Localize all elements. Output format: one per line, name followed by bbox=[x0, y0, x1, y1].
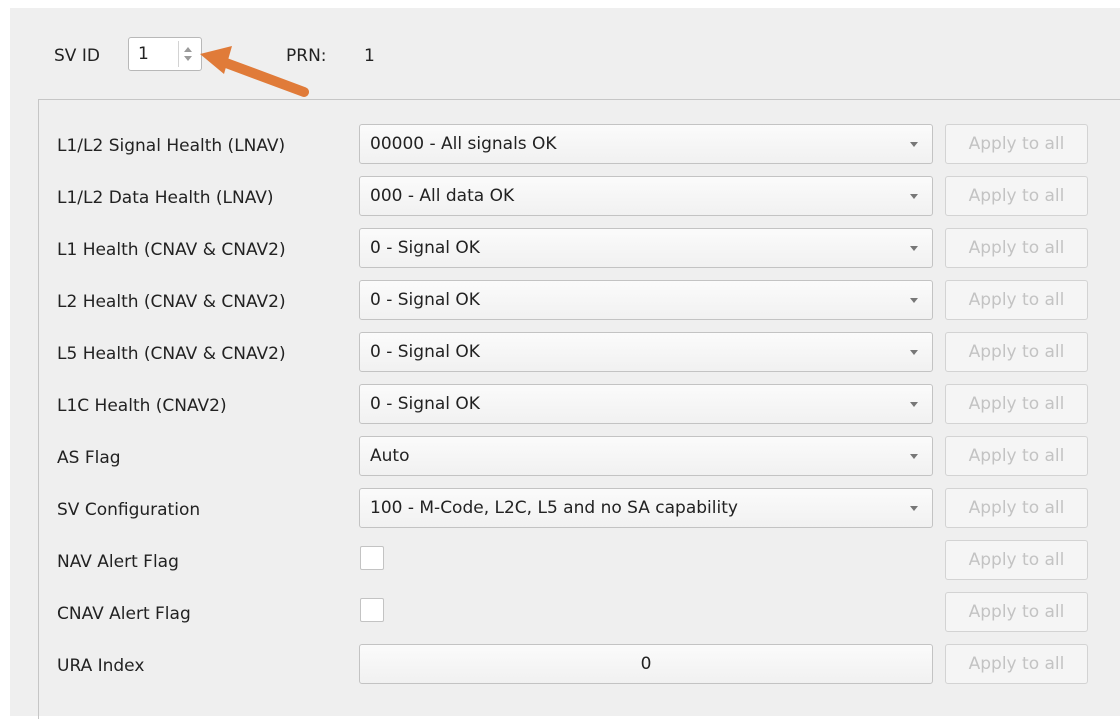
chevron-down-icon bbox=[910, 402, 918, 407]
apply-to-all-button[interactable]: Apply to all bbox=[945, 384, 1088, 424]
sv-id-spinbox[interactable]: 1 bbox=[128, 37, 202, 71]
chevron-down-icon bbox=[910, 246, 918, 251]
settings-row: AS Flag Auto Apply to all bbox=[0, 436, 1120, 480]
row-label: NAV Alert Flag bbox=[57, 552, 179, 572]
row-label: CNAV Alert Flag bbox=[57, 604, 191, 624]
settings-row: L5 Health (CNAV & CNAV2) 0 - Signal OK App… bbox=[0, 332, 1120, 376]
sv-id-stepper-buttons[interactable] bbox=[178, 41, 197, 67]
row-label: SV Configuration bbox=[57, 500, 201, 520]
dropdown-selected-value: 100 - M-Code, L2C, L5 and no SA capabili… bbox=[370, 498, 738, 518]
row-label: L1/L2 Data Health (LNAV) bbox=[57, 188, 274, 208]
apply-to-all-button[interactable]: Apply to all bbox=[945, 644, 1088, 684]
row-label: L1 Health (CNAV & CNAV2) bbox=[57, 240, 286, 260]
settings-row: NAV Alert Flag Apply to all bbox=[0, 540, 1120, 584]
apply-to-all-button[interactable]: Apply to all bbox=[945, 540, 1088, 580]
dropdown-selected-value: 0 - Signal OK bbox=[370, 394, 480, 414]
chevron-down-icon bbox=[910, 194, 918, 199]
sv-id-label: SV ID bbox=[54, 46, 100, 66]
apply-to-all-button[interactable]: Apply to all bbox=[945, 488, 1088, 528]
apply-to-all-button[interactable]: Apply to all bbox=[945, 332, 1088, 372]
decrement-icon[interactable] bbox=[184, 56, 192, 61]
dropdown-selected-value: Auto bbox=[370, 446, 410, 466]
settings-row: L1/L2 Signal Health (LNAV) 00000 - All si… bbox=[0, 124, 1120, 168]
dropdown-selected-value: 000 - All data OK bbox=[370, 186, 515, 206]
row-label: L1C Health (CNAV2) bbox=[57, 396, 227, 416]
settings-row: CNAV Alert Flag Apply to all bbox=[0, 592, 1120, 636]
sv-id-value[interactable]: 1 bbox=[138, 44, 149, 64]
chevron-down-icon bbox=[910, 142, 918, 147]
row-dropdown[interactable]: 0 - Signal OK bbox=[359, 228, 933, 268]
row-dropdown[interactable]: 0 - Signal OK bbox=[359, 384, 933, 424]
row-checkbox[interactable] bbox=[360, 546, 384, 570]
settings-row: L1/L2 Data Health (LNAV) 000 - All data O… bbox=[0, 176, 1120, 220]
chevron-down-icon bbox=[910, 350, 918, 355]
row-label: L2 Health (CNAV & CNAV2) bbox=[57, 292, 286, 312]
row-dropdown[interactable]: 00000 - All signals OK bbox=[359, 124, 933, 164]
increment-icon[interactable] bbox=[184, 47, 192, 52]
row-checkbox[interactable] bbox=[360, 598, 384, 622]
dropdown-selected-value: 00000 - All signals OK bbox=[370, 134, 557, 154]
row-dropdown[interactable]: 000 - All data OK bbox=[359, 176, 933, 216]
apply-to-all-button[interactable]: Apply to all bbox=[945, 280, 1088, 320]
dropdown-selected-value: 0 - Signal OK bbox=[370, 238, 480, 258]
row-label: AS Flag bbox=[57, 448, 121, 468]
apply-to-all-button[interactable]: Apply to all bbox=[945, 124, 1088, 164]
chevron-down-icon bbox=[910, 454, 918, 459]
apply-to-all-button[interactable]: Apply to all bbox=[945, 592, 1088, 632]
row-label: URA Index bbox=[57, 656, 145, 676]
dropdown-selected-value: 0 - Signal OK bbox=[370, 290, 480, 310]
dropdown-selected-value: 0 - Signal OK bbox=[370, 342, 480, 362]
row-dropdown[interactable]: 0 - Signal OK bbox=[359, 280, 933, 320]
prn-value: 1 bbox=[364, 46, 375, 66]
apply-to-all-button[interactable]: Apply to all bbox=[945, 176, 1088, 216]
prn-label: PRN: bbox=[286, 46, 327, 66]
apply-to-all-button[interactable]: Apply to all bbox=[945, 436, 1088, 476]
settings-row: L1C Health (CNAV2) 0 - Signal OK Apply to … bbox=[0, 384, 1120, 428]
row-dropdown[interactable]: 100 - M-Code, L2C, L5 and no SA capabili… bbox=[359, 488, 933, 528]
settings-row: URA Index 0 Apply to all bbox=[0, 644, 1120, 688]
row-label: L5 Health (CNAV & CNAV2) bbox=[57, 344, 286, 364]
settings-row: SV Configuration 100 - M-Code, L2C, L5 an… bbox=[0, 488, 1120, 532]
row-dropdown[interactable]: Auto bbox=[359, 436, 933, 476]
ura-index-field[interactable]: 0 bbox=[359, 644, 933, 684]
apply-to-all-button[interactable]: Apply to all bbox=[945, 228, 1088, 268]
row-dropdown[interactable]: 0 - Signal OK bbox=[359, 332, 933, 372]
chevron-down-icon bbox=[910, 298, 918, 303]
settings-row: L1 Health (CNAV & CNAV2) 0 - Signal OK App… bbox=[0, 228, 1120, 272]
chevron-down-icon bbox=[910, 506, 918, 511]
row-label: L1/L2 Signal Health (LNAV) bbox=[57, 136, 286, 156]
settings-row: L2 Health (CNAV & CNAV2) 0 - Signal OK App… bbox=[0, 280, 1120, 324]
